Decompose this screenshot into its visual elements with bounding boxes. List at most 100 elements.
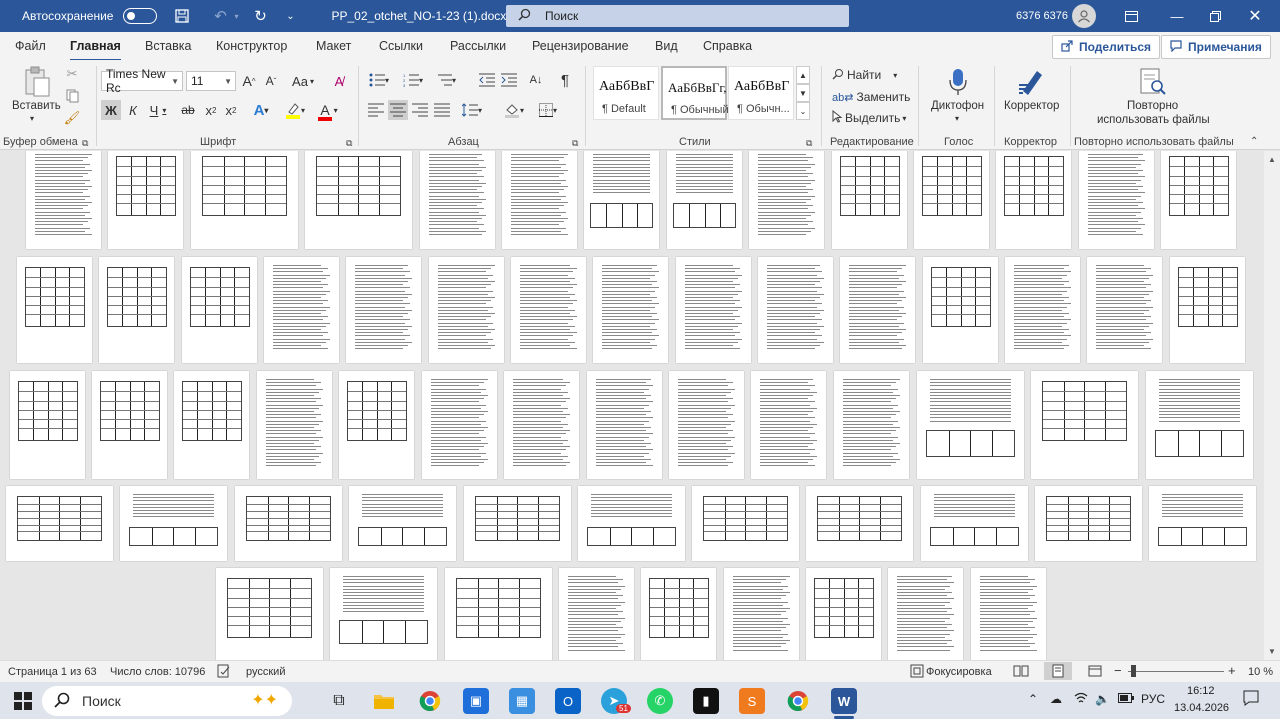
format-painter-icon[interactable]: 🖌 — [64, 110, 81, 126]
proofing-icon[interactable] — [217, 664, 231, 681]
styles-scroll-down-icon[interactable]: ▼ — [796, 84, 810, 102]
whatsapp-icon[interactable]: ✆ — [647, 688, 673, 714]
page-thumbnail[interactable] — [1170, 257, 1245, 363]
find-button[interactable]: Найти ▾ — [832, 66, 897, 84]
italic-button[interactable]: К — [124, 100, 142, 120]
page-thumbnail[interactable] — [6, 486, 113, 561]
page-thumbnail[interactable] — [840, 257, 915, 363]
page-thumbnail[interactable] — [587, 371, 662, 479]
cut-icon[interactable]: ✂ — [64, 66, 80, 82]
clipboard-launcher-icon[interactable]: ⧉ — [82, 138, 88, 149]
page-thumbnail[interactable] — [1087, 257, 1162, 363]
volume-icon[interactable]: 🔈 — [1095, 692, 1110, 706]
page-thumbnail[interactable] — [99, 257, 174, 363]
show-formatting-icon[interactable]: ¶ — [556, 70, 574, 90]
ribbon-display-icon[interactable] — [1120, 6, 1142, 26]
font-color-icon[interactable]: A ▾ — [316, 100, 342, 121]
page-thumbnail[interactable] — [511, 257, 586, 363]
clock-time[interactable]: 16:12 — [1187, 685, 1215, 697]
word-icon[interactable]: W — [831, 688, 857, 714]
dictate-dropdown-icon[interactable]: ▾ — [955, 114, 959, 123]
clear-formatting-icon[interactable]: A̸ — [330, 71, 348, 91]
input-language[interactable]: РУС — [1141, 692, 1165, 706]
tab-layout[interactable]: Макет — [316, 39, 351, 53]
save-icon[interactable] — [171, 5, 193, 27]
page-thumbnail[interactable] — [257, 371, 332, 479]
shading-icon[interactable]: ▾ — [500, 100, 528, 120]
page-thumbnail[interactable] — [914, 151, 989, 249]
page-thumbnail[interactable] — [10, 371, 85, 479]
copy-icon[interactable] — [64, 88, 80, 104]
wifi-icon[interactable] — [1074, 692, 1088, 707]
tab-file[interactable]: Файл — [15, 39, 46, 53]
style-default[interactable]: АаБбВвГ ¶ Default — [593, 66, 659, 120]
page-thumbnail[interactable] — [1031, 371, 1138, 479]
style-normal-2[interactable]: АаБбВвГ ¶ Обычн... — [728, 66, 794, 120]
select-button[interactable]: Выделить ▾ — [832, 109, 906, 127]
align-center-icon[interactable] — [388, 100, 408, 120]
subscript-button[interactable]: x2 — [202, 100, 220, 120]
page-thumbnail[interactable] — [923, 257, 998, 363]
page-thumbnail[interactable] — [888, 568, 963, 660]
line-spacing-icon[interactable]: ▾ — [458, 100, 486, 120]
paste-icon[interactable] — [22, 66, 52, 98]
sublime-icon[interactable]: S — [739, 688, 765, 714]
store-icon[interactable]: ▣ — [463, 688, 489, 714]
strikethrough-button[interactable]: ab — [178, 100, 198, 120]
styles-scroll-up-icon[interactable]: ▲ — [796, 66, 810, 84]
zoom-slider[interactable] — [1128, 671, 1224, 672]
restore-icon[interactable] — [1204, 6, 1226, 26]
collapse-ribbon-icon[interactable]: ⌃ — [1250, 136, 1258, 147]
paste-label[interactable]: Вставить — [12, 100, 61, 112]
page-thumbnail[interactable] — [669, 371, 744, 479]
page-thumbnail[interactable] — [191, 151, 298, 249]
tab-references[interactable]: Ссылки — [379, 39, 423, 53]
undo-dropdown-icon[interactable]: ▾ — [231, 5, 241, 27]
page-thumbnail[interactable] — [330, 568, 437, 660]
file-explorer-icon[interactable] — [371, 688, 397, 714]
page-thumbnail[interactable] — [578, 486, 685, 561]
page-thumbnail[interactable] — [1005, 257, 1080, 363]
web-layout-icon[interactable] — [1088, 664, 1102, 681]
copilot-sparkle-icon[interactable]: ✦✦ — [251, 690, 278, 710]
font-size-combo[interactable]: 11 ▼ — [186, 71, 236, 91]
paragraph-launcher-icon[interactable]: ⧉ — [572, 138, 578, 149]
outlook-icon[interactable]: O — [555, 688, 581, 714]
page-thumbnail[interactable] — [108, 151, 183, 249]
zoom-in-icon[interactable]: + — [1228, 663, 1236, 678]
reuse-files-icon[interactable] — [1138, 66, 1168, 98]
search-bar[interactable]: Поиск — [506, 5, 849, 27]
tray-overflow-icon[interactable]: ⌃ — [1028, 692, 1038, 706]
clock-date[interactable]: 13.04.2026 — [1174, 702, 1229, 714]
page-thumbnail[interactable] — [832, 151, 907, 249]
page-thumbnail[interactable] — [806, 568, 881, 660]
style-normal[interactable]: АаБбВвГг, ¶ Обычный — [661, 66, 729, 120]
change-case-button[interactable]: Aa ▾ — [289, 71, 317, 91]
reuse-label-2[interactable]: использовать файлы — [1097, 114, 1210, 126]
task-view-icon[interactable]: ⧉ — [326, 688, 352, 714]
microphone-icon[interactable] — [945, 66, 971, 98]
page-thumbnail[interactable] — [834, 371, 909, 479]
decrease-indent-icon[interactable] — [478, 70, 496, 90]
page-thumbnail[interactable] — [174, 371, 249, 479]
battery-icon[interactable] — [1118, 692, 1134, 706]
page-thumbnail[interactable] — [641, 568, 716, 660]
zoom-level[interactable]: 10 % — [1248, 666, 1273, 678]
photos-icon[interactable]: ▦ — [509, 688, 535, 714]
page-thumbnail[interactable] — [758, 257, 833, 363]
page-thumbnail[interactable] — [422, 371, 497, 479]
chrome-icon[interactable] — [417, 688, 443, 714]
page-thumbnail[interactable] — [806, 486, 913, 561]
page-thumbnail[interactable] — [464, 486, 571, 561]
page-thumbnail[interactable] — [339, 371, 414, 479]
page-thumbnail[interactable] — [1079, 151, 1154, 249]
scroll-up-icon[interactable]: ▲ — [1268, 155, 1276, 164]
numbering-icon[interactable]: 1 2 3 ▾ — [400, 70, 426, 90]
chrome-profile-icon[interactable] — [785, 688, 811, 714]
page-thumbnail[interactable] — [235, 486, 342, 561]
shrink-font-button[interactable]: Aˇ — [262, 71, 280, 91]
page-thumbnail[interactable] — [264, 257, 339, 363]
page-thumbnail[interactable] — [724, 568, 799, 660]
page-thumbnail[interactable] — [420, 151, 495, 249]
page-thumbnail[interactable] — [120, 486, 227, 561]
